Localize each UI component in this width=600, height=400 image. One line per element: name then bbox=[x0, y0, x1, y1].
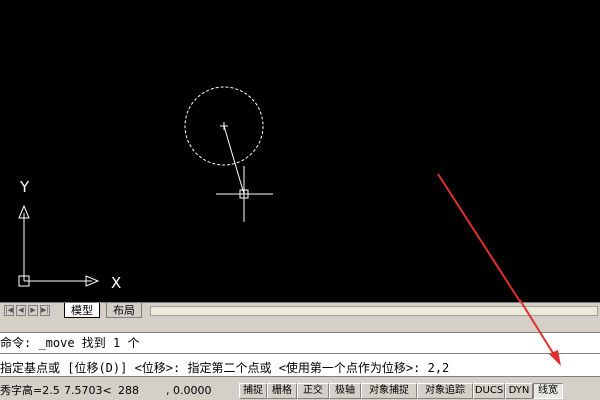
status-bar: 秀字高=2.5 7.5703< 288 , 0.0000 捕捉 栅格 正交 极轴… bbox=[0, 380, 600, 400]
ortho-toggle[interactable]: 正交 bbox=[297, 383, 329, 399]
layout-tab-bar: |◀ ◀ ▶ ▶| 模型 布局 bbox=[0, 302, 600, 318]
drawing-canvas[interactable]: Y X bbox=[0, 0, 600, 302]
tab-prev-icon[interactable]: ◀ bbox=[16, 305, 26, 316]
command-window[interactable]: 命令: _move 找到 1 个 指定基点或 [位移(D)] <位移>: 指定第… bbox=[0, 332, 600, 377]
tab-layout[interactable]: 布局 bbox=[106, 303, 142, 318]
crosshair-cursor-icon bbox=[216, 166, 273, 222]
tab-first-icon[interactable]: |◀ bbox=[4, 305, 14, 316]
snap-toggle[interactable]: 捕捉 bbox=[239, 383, 267, 399]
grid-toggle[interactable]: 栅格 bbox=[267, 383, 297, 399]
lineweight-toggle[interactable]: 线宽 bbox=[533, 383, 563, 399]
dyn-toggle[interactable]: DYN bbox=[505, 383, 533, 399]
polar-toggle[interactable]: 极轴 bbox=[329, 383, 361, 399]
command-separator bbox=[0, 353, 600, 354]
command-prompt-line[interactable]: 指定基点或 [位移(D)] <位移>: 指定第二个点或 <使用第一个点作为位移>… bbox=[0, 360, 449, 376]
panel-spacer bbox=[0, 318, 600, 332]
tab-model[interactable]: 模型 bbox=[64, 303, 100, 318]
coord-x: 7.5703< bbox=[64, 384, 112, 397]
ucs-x-label: X bbox=[111, 274, 121, 292]
coord-prefix: 秀字高=2.5 bbox=[0, 384, 60, 397]
ucs-y-label: Y bbox=[19, 178, 30, 196]
horizontal-scrollbar[interactable] bbox=[150, 306, 598, 316]
coord-y: 288 bbox=[118, 384, 139, 397]
tab-last-icon[interactable]: ▶| bbox=[40, 305, 50, 316]
annotation-arrow-line bbox=[437, 173, 522, 302]
drawing-svg: Y X bbox=[18, 86, 522, 302]
command-history-line: 命令: _move 找到 1 个 bbox=[0, 336, 140, 350]
otrack-toggle[interactable]: 对象追踪 bbox=[417, 383, 473, 399]
ducs-toggle[interactable]: DUCS bbox=[473, 383, 505, 399]
osnap-toggle[interactable]: 对象捕捉 bbox=[361, 383, 417, 399]
ucs-icon bbox=[18, 204, 100, 287]
coord-z: , 0.0000 bbox=[166, 384, 212, 397]
tab-next-icon[interactable]: ▶ bbox=[28, 305, 38, 316]
rubber-band-line bbox=[223, 125, 245, 195]
